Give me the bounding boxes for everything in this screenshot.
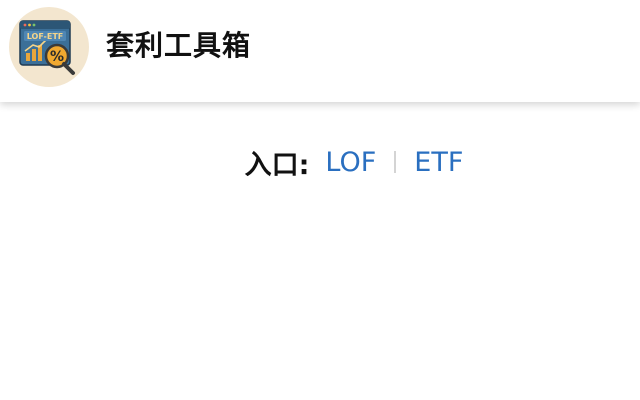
app-header: % LOF-ETF 套利工具箱 xyxy=(0,0,640,102)
app-title: 套利工具箱 xyxy=(106,29,252,62)
logo-banner-text: LOF-ETF xyxy=(27,32,64,41)
lof-link[interactable]: LOF xyxy=(325,147,376,178)
logo-percent-glyph: % xyxy=(50,49,64,65)
entry-nav: 入口: LOF ETF xyxy=(0,142,640,182)
app-logo-icon: % LOF-ETF xyxy=(9,7,89,87)
link-separator xyxy=(394,151,397,173)
entry-label: 入口: xyxy=(244,149,310,181)
etf-link[interactable]: ETF xyxy=(414,147,463,178)
